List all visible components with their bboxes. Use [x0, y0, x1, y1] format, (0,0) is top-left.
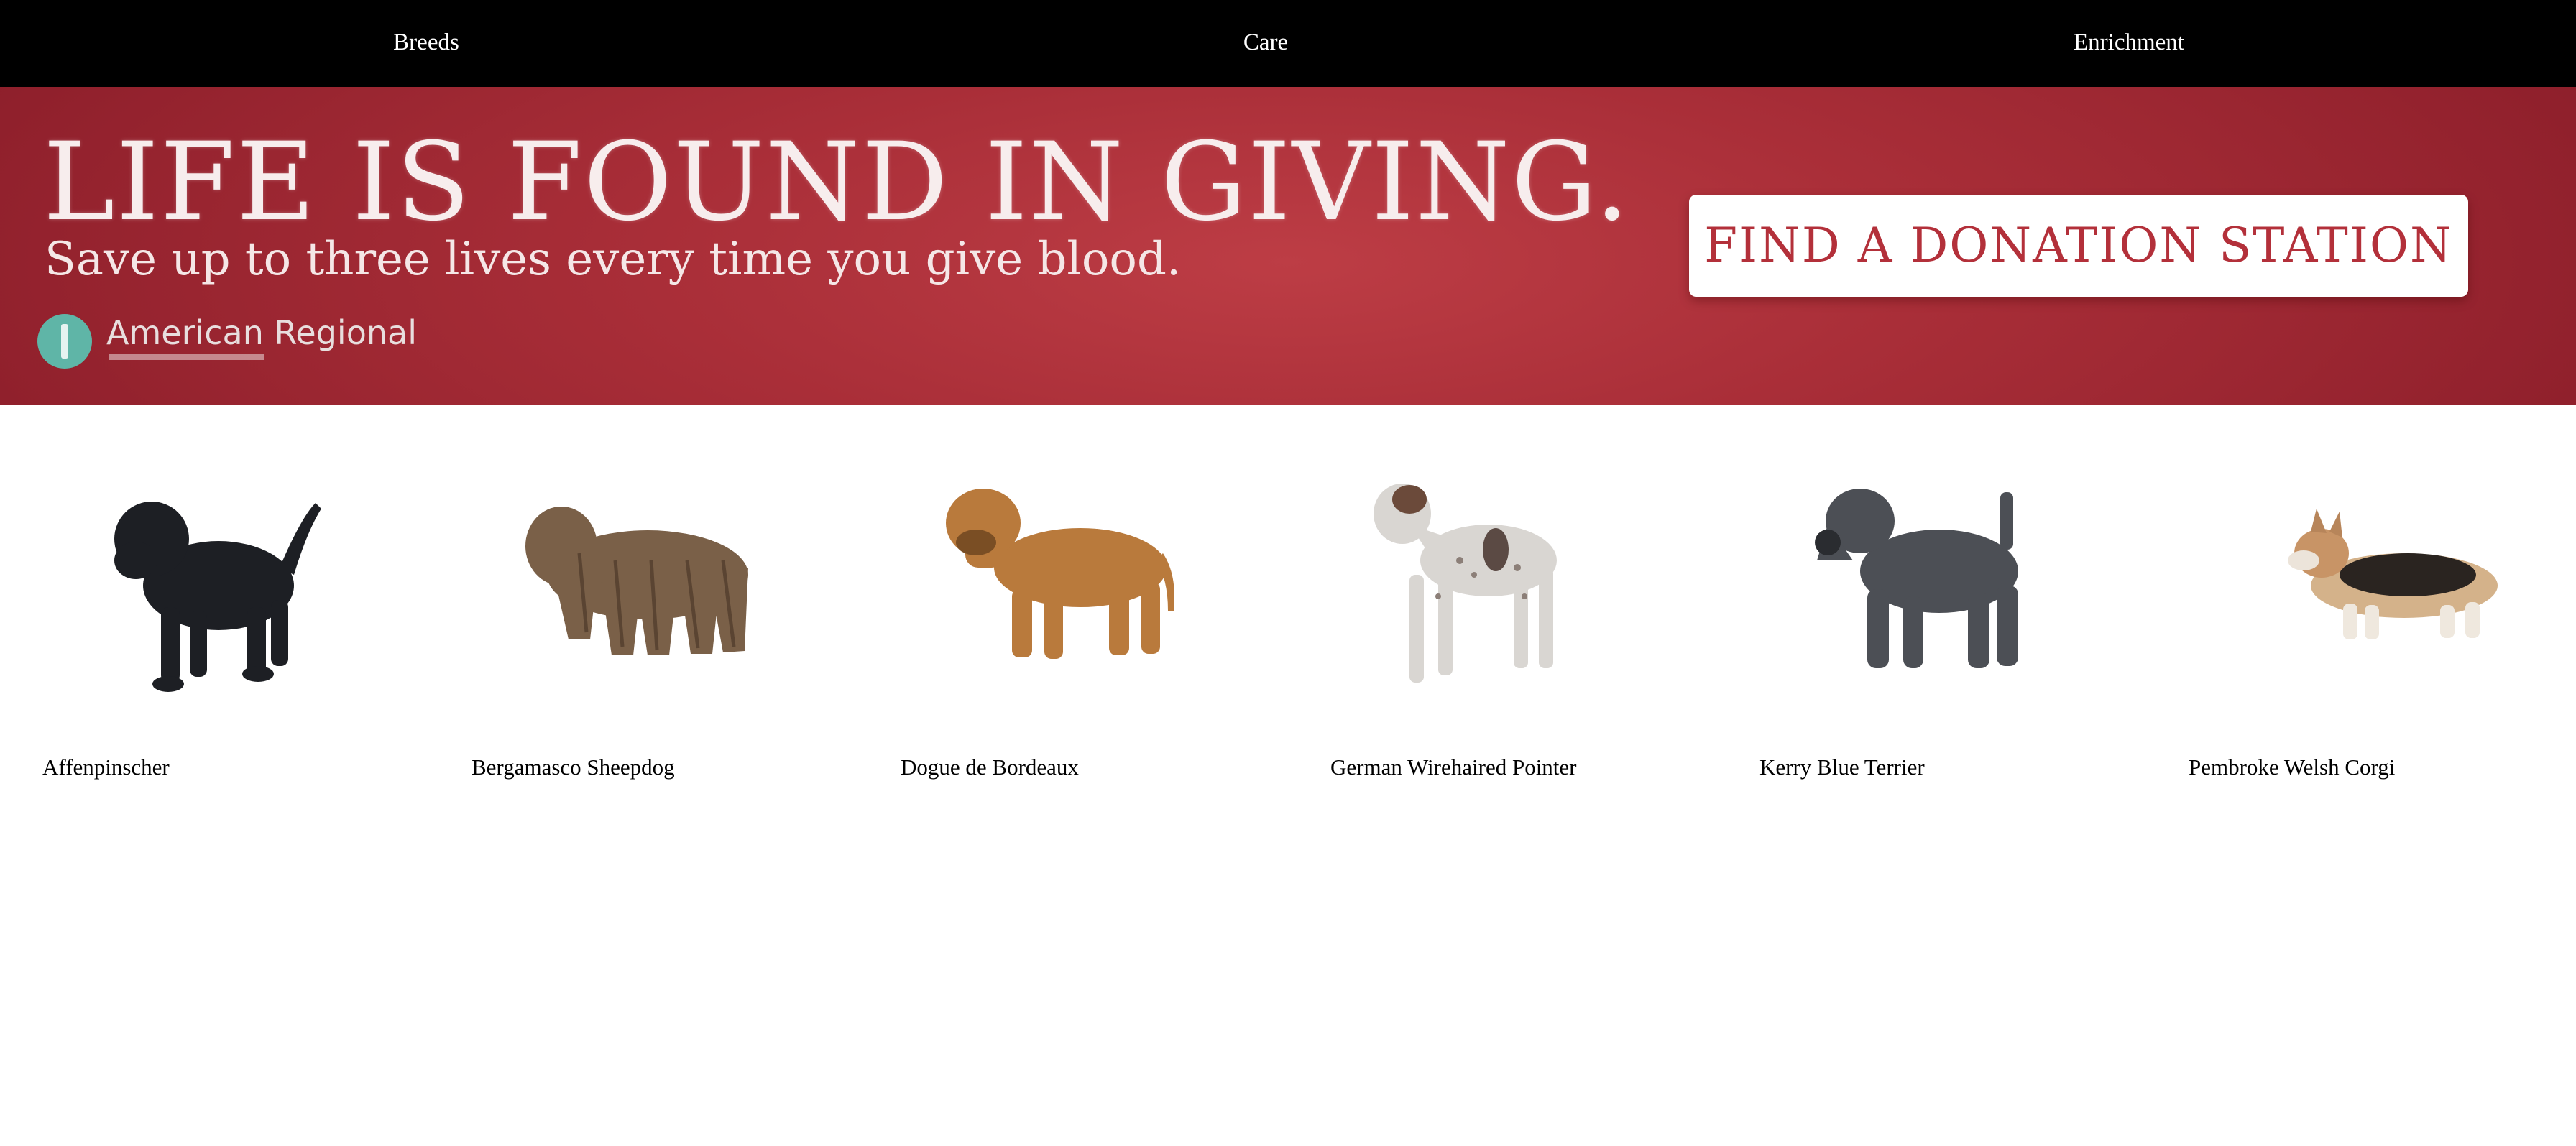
find-donation-station-button[interactable]: FIND A DONATION STATION [1689, 195, 2468, 297]
blood-donation-banner[interactable]: LIFE IS FOUND IN GIVING. Save up to thre… [0, 87, 2576, 405]
breed-photo-affenpinscher[interactable] [42, 453, 445, 711]
breed-name[interactable]: Pembroke Welsh Corgi [2189, 753, 2576, 782]
breed-card-bergamasco-sheepdog[interactable]: Bergamasco Sheepdog [472, 453, 874, 790]
banner-subline: Save up to three lives every time you gi… [45, 233, 1182, 286]
sponsor-logo-tagline [109, 354, 264, 360]
breed-photo-german-wirehaired-pointer[interactable] [1330, 453, 1733, 711]
breed-photo-kerry-blue-terrier[interactable] [1760, 453, 2162, 711]
breed-photo-dogue-de-bordeaux[interactable] [901, 453, 1303, 711]
nav-item-care[interactable]: Care [1122, 0, 1409, 87]
breed-name[interactable]: Bergamasco Sheepdog [472, 753, 874, 782]
sponsor-logo: American Regional [37, 310, 417, 374]
sponsor-logo-text: American Regional [106, 313, 417, 352]
breed-card-pembroke-welsh-corgi[interactable]: Pembroke Welsh Corgi [2189, 453, 2576, 790]
breed-name[interactable]: Kerry Blue Terrier [1760, 753, 2162, 782]
breed-card-dogue-de-bordeaux[interactable]: Dogue de Bordeaux [901, 453, 1303, 790]
top-nav: Breeds Care Enrichment [0, 0, 2576, 87]
breed-card-affenpinscher[interactable]: Affenpinscher [42, 453, 445, 790]
breed-name[interactable]: Affenpinscher [42, 753, 445, 782]
breed-name[interactable]: German Wirehaired Pointer [1330, 753, 1733, 782]
sponsor-logo-icon [37, 314, 92, 369]
breed-photo-bergamasco-sheepdog[interactable] [472, 453, 874, 711]
nav-item-enrichment[interactable]: Enrichment [1985, 0, 2273, 87]
breed-card-kerry-blue-terrier[interactable]: Kerry Blue Terrier [1760, 453, 2162, 790]
banner-headline: LIFE IS FOUND IN GIVING. [43, 120, 1631, 245]
nav-item-breeds[interactable]: Breeds [282, 0, 570, 87]
breed-photo-pembroke-welsh-corgi[interactable] [2189, 453, 2576, 711]
breed-name[interactable]: Dogue de Bordeaux [901, 753, 1303, 782]
breed-card-german-wirehaired-pointer[interactable]: German Wirehaired Pointer [1330, 453, 1733, 790]
